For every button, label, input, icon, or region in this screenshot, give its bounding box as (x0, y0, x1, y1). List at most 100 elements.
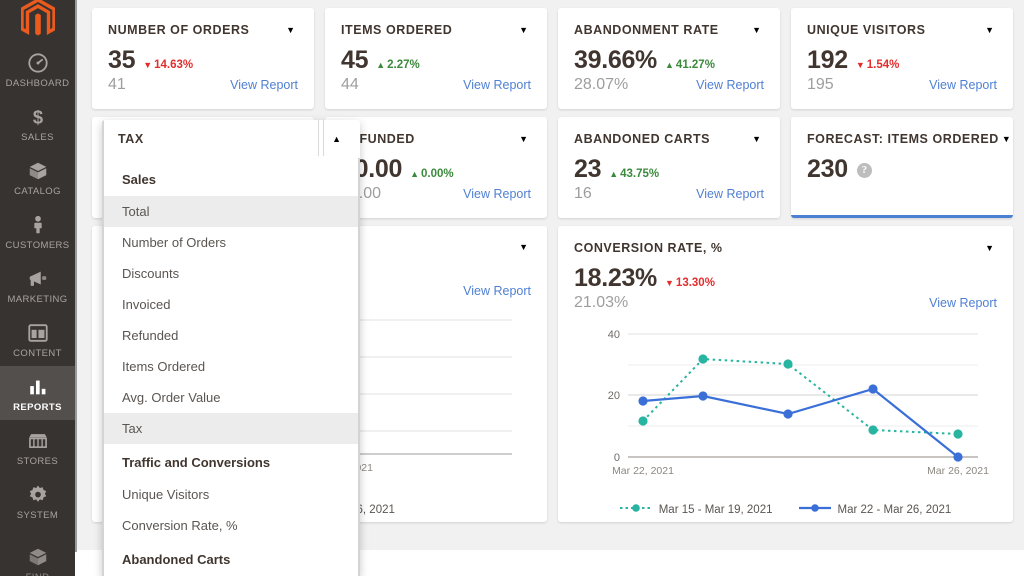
card-title: CONVERSION RATE, % (574, 241, 723, 255)
sidebar-item-label: SYSTEM (16, 510, 59, 521)
legend-item-current[interactable]: Mar 22 - Mar 26, 2021 (798, 503, 951, 516)
dropdown-option-items-ordered[interactable]: Items Ordered (102, 351, 360, 382)
card-sub-row: 44 View Report (325, 75, 547, 94)
dropdown-option-total[interactable]: Total (102, 196, 360, 227)
dropdown-scrollbar[interactable] (318, 120, 324, 156)
caret-down-icon[interactable]: ▼ (749, 133, 764, 146)
dropdown-option-unique-visitors[interactable]: Unique Visitors (102, 479, 360, 510)
card-value: 39.66% (574, 46, 657, 74)
box-icon (27, 159, 49, 183)
sidebar-item-label: MARKETING (7, 294, 68, 305)
sidebar-item-stores[interactable]: STORES (0, 420, 75, 474)
legend-item-previous[interactable]: Mar 15 - Mar 19, 2021 (619, 503, 773, 516)
view-report-link[interactable]: View Report (463, 187, 531, 201)
sidebar-item-label: STORES (16, 456, 59, 467)
sidebar-item-sales[interactable]: $ SALES (0, 96, 75, 150)
card-value: 192 (807, 46, 848, 74)
card-sub-row: 28.07% View Report (558, 75, 780, 94)
view-report-link[interactable]: View Report (696, 78, 764, 92)
chart-conversion-rate-legend: Mar 15 - Mar 19, 2021 Mar 22 - Mar 26, 2… (558, 503, 1013, 516)
dropdown-right-edge (358, 158, 360, 576)
view-report-link[interactable]: View Report (929, 78, 997, 92)
sidebar-item-customers[interactable]: CUSTOMERS (0, 204, 75, 258)
card-title: ITEMS ORDERED (341, 23, 453, 37)
arrow-up-icon: ▲ (410, 169, 419, 179)
card-previous-value: 21.03% (574, 294, 629, 311)
card-sub-row: 195 View Report (791, 75, 1013, 94)
card-previous-value: 195 (807, 76, 834, 93)
caret-down-icon[interactable]: ▼ (999, 133, 1014, 146)
view-report-link[interactable]: View Report (463, 284, 531, 298)
card-forecast-items-ordered[interactable]: FORECAST: ITEMS ORDERED ▼ 230 ? (791, 117, 1013, 218)
card-delta: ▲ 43.75% (609, 168, 660, 180)
dropdown-option-number-of-orders[interactable]: Number of Orders (102, 227, 360, 258)
view-report-link[interactable]: View Report (696, 187, 764, 201)
card-delta: ▲ 2.27% (376, 59, 420, 71)
card-previous-value: 41 (108, 76, 126, 93)
card-unique-visitors[interactable]: UNIQUE VISITORS ▼ 192 ▼ 1.54% 195 View Re… (791, 8, 1013, 109)
arrow-down-icon: ▼ (855, 60, 865, 70)
card-header: UNIQUE VISITORS ▼ (791, 8, 1013, 37)
sidebar-item-reports[interactable]: REPORTS (0, 366, 75, 420)
caret-down-icon[interactable]: ▼ (516, 241, 531, 254)
caret-up-icon[interactable]: ▲ (329, 133, 344, 146)
magento-logo[interactable] (0, 0, 75, 38)
dropdown-option-refunded[interactable]: Refunded (102, 320, 360, 351)
card-value: 230 (807, 155, 848, 183)
main-scrollbar[interactable] (75, 0, 77, 552)
card-title: ABANDONMENT RATE (574, 23, 719, 37)
card-conversion-rate[interactable]: CONVERSION RATE, % ▼ 18.23% ▼ 13.30% 21.0… (558, 226, 1013, 522)
layout-icon (27, 321, 49, 345)
sidebar-item-content[interactable]: CONTENT (0, 312, 75, 366)
card-title: FORECAST: ITEMS ORDERED (807, 132, 999, 146)
card-title: NUMBER OF ORDERS (108, 23, 250, 37)
view-report-link[interactable]: View Report (929, 296, 997, 310)
gauge-icon (27, 51, 49, 75)
dropdown-trigger-label: TAX (118, 132, 144, 146)
card-header: FORECAST: ITEMS ORDERED ▼ (791, 117, 1013, 146)
card-delta: ▲ 41.27% (665, 59, 715, 71)
card-value-row: 192 ▼ 1.54% (791, 37, 1013, 75)
card-value-row: 18.23% ▼ 13.30% (558, 255, 1013, 293)
card-value: 45 (341, 46, 369, 74)
sidebar-item-label: CATALOG (14, 186, 61, 197)
sidebar-item-dashboard[interactable]: DASHBOARD (0, 42, 75, 96)
megaphone-icon (27, 267, 49, 291)
dropdown-group-header-traffic: Traffic and Conversions (122, 455, 271, 470)
card-items-ordered[interactable]: ITEMS ORDERED ▼ 45 ▲ 2.27% 44 View Report (325, 8, 547, 109)
dropdown-option-tax[interactable]: Tax (102, 413, 360, 444)
caret-down-icon[interactable]: ▼ (516, 133, 531, 146)
caret-down-icon[interactable]: ▼ (749, 24, 764, 37)
dropdown-option-avg-order-value[interactable]: Avg. Order Value (102, 382, 360, 413)
view-report-link[interactable]: View Report (230, 78, 298, 92)
sidebar-item-find-partners[interactable]: FIND PARTNERS & EXTENSIONS (0, 536, 75, 576)
dropdown-option-discounts[interactable]: Discounts (102, 258, 360, 289)
caret-down-icon[interactable]: ▼ (982, 24, 997, 37)
sidebar-item-label: DASHBOARD (5, 78, 70, 89)
card-number-of-orders[interactable]: NUMBER OF ORDERS ▼ 35 ▼ 14.63% 41 View Re… (92, 8, 314, 109)
dropdown-option-invoiced[interactable]: Invoiced (102, 289, 360, 320)
sidebar-item-catalog[interactable]: CATALOG (0, 150, 75, 204)
arrow-down-icon: ▼ (665, 278, 674, 288)
chart-conversion-rate-svg: 40 20 0 Mar 22, 2021 Mar 26, 2021 (608, 329, 989, 477)
card-abandonment-rate[interactable]: ABANDONMENT RATE ▼ 39.66% ▲ 41.27% 28.07%… (558, 8, 780, 109)
view-report-link[interactable]: View Report (463, 78, 531, 92)
dropdown-group-header-sales: Sales (122, 172, 156, 187)
arrow-up-icon: ▲ (376, 60, 386, 70)
sidebar-item-system[interactable]: SYSTEM (0, 474, 75, 528)
question-mark-icon[interactable]: ? (856, 162, 872, 178)
app-root: DASHBOARD $ SALES CATALOG CUSTOMERS MARK… (0, 0, 1024, 576)
sidebar-item-marketing[interactable]: MARKETING (0, 258, 75, 312)
y-tick-label: 0 (614, 452, 620, 464)
tax-metric-dropdown[interactable]: TAX ▲ Sales Total Number of Orders Disco… (102, 120, 360, 576)
caret-down-icon[interactable]: ▼ (516, 24, 531, 37)
dropdown-group-header-abandoned: Abandoned Carts (122, 552, 231, 567)
dropdown-option-conversion-rate[interactable]: Conversion Rate, % (102, 510, 360, 541)
card-value-row: 39.66% ▲ 41.27% (558, 37, 780, 75)
gear-icon (27, 483, 49, 507)
bar-chart-icon (27, 375, 49, 399)
caret-down-icon[interactable]: ▼ (982, 242, 997, 255)
card-value-row: 230 ? (791, 146, 1013, 184)
caret-down-icon[interactable]: ▼ (283, 24, 298, 37)
card-abandoned-carts[interactable]: ABANDONED CARTS ▼ 23 ▲ 43.75% 16 View Rep… (558, 117, 780, 218)
